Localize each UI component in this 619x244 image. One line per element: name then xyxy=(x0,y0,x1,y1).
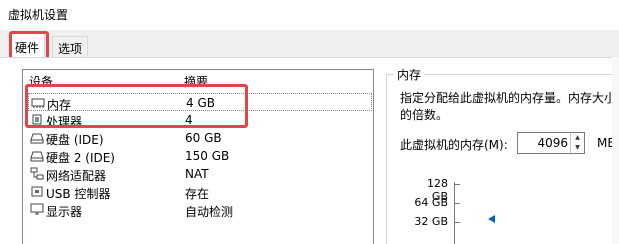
monitor-icon xyxy=(30,203,44,216)
tab-options-label: 选项 xyxy=(58,42,83,56)
device-row-usb[interactable]: USB 控制器 存在 xyxy=(28,183,372,201)
memory-group-title: 内存 xyxy=(394,66,425,83)
memory-description-line1: 指定分配给此虚拟机的内存量。内存大小 xyxy=(400,91,617,105)
usb-icon xyxy=(30,185,44,198)
panel-right-edge xyxy=(612,57,619,244)
device-row-display[interactable]: 显示器 自动检测 xyxy=(28,201,372,219)
memory-input[interactable]: 4096 xyxy=(537,136,568,150)
memory-description: 指定分配给此虚拟机的内存量。内存大小 的倍数。 xyxy=(400,90,619,124)
disk-icon xyxy=(30,131,44,144)
device-name: 硬盘 2 (IDE) xyxy=(46,151,115,165)
device-row-hdd2[interactable]: 硬盘 2 (IDE) 150 GB xyxy=(28,147,372,165)
spin-up-icon[interactable]: ▲ xyxy=(571,133,584,143)
spin-down-icon[interactable]: ▼ xyxy=(571,143,584,153)
device-summary: 60 GB xyxy=(185,131,222,145)
device-name: 显示器 xyxy=(46,205,83,219)
scale-label-64gb: 64 GB xyxy=(414,196,448,209)
device-summary: NAT xyxy=(185,167,209,181)
device-summary: 150 GB xyxy=(185,149,230,163)
memory-description-line2: 的倍数。 xyxy=(400,108,449,122)
device-name: USB 控制器 xyxy=(46,187,111,201)
device-row-network[interactable]: 网络适配器 NAT xyxy=(28,165,372,183)
window-title: 虚拟机设置 xyxy=(8,8,69,22)
device-name: 硬盘 (IDE) xyxy=(46,133,104,147)
device-name: 网络适配器 xyxy=(46,169,107,183)
memory-spin-buttons[interactable]: ▲ ▼ xyxy=(570,133,584,153)
memory-slider-track[interactable] xyxy=(454,182,461,244)
device-row-hdd[interactable]: 硬盘 (IDE) 60 GB xyxy=(28,129,372,147)
scale-tick xyxy=(454,203,460,204)
disk-icon xyxy=(30,149,44,162)
scale-label-32gb: 32 GB xyxy=(414,215,448,228)
window-titlebar: 虚拟机设置 xyxy=(0,0,619,30)
scale-tick xyxy=(454,222,460,223)
network-icon xyxy=(30,167,44,180)
memory-pointer-icon[interactable] xyxy=(488,215,495,223)
memory-field-label: 此虚拟机的内存(M): xyxy=(400,138,508,152)
memory-spinbox[interactable]: 4096 ▲ ▼ xyxy=(517,132,585,154)
tab-options[interactable]: 选项 xyxy=(52,36,89,58)
scale-tick xyxy=(454,184,460,185)
tab-strip: 硬件 选项 xyxy=(0,30,619,59)
device-summary: 自动检测 xyxy=(185,205,234,219)
rows-highlight-box xyxy=(25,84,248,128)
device-summary: 存在 xyxy=(185,187,210,201)
